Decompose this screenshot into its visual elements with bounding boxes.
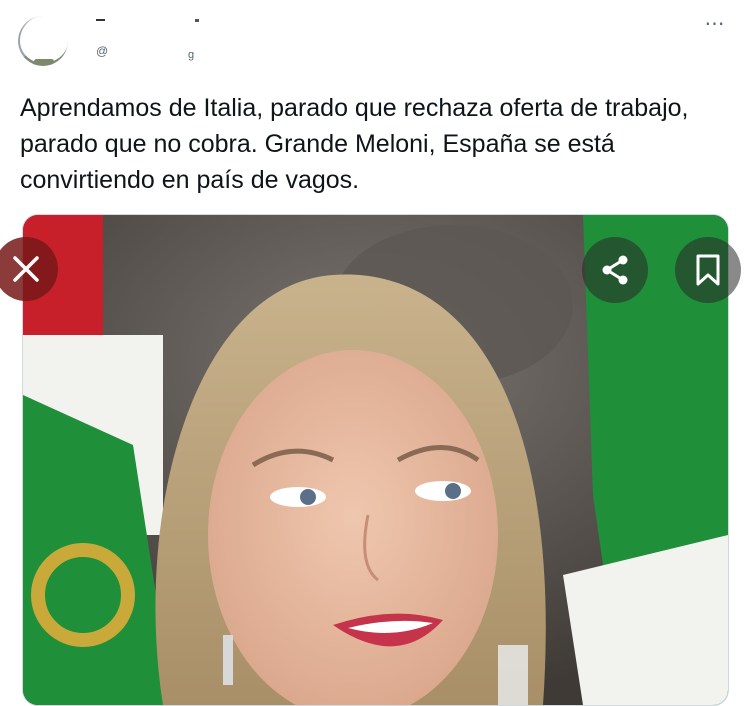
display-name-redacted xyxy=(96,19,105,21)
share-icon xyxy=(602,255,628,285)
more-options-button[interactable]: ⋯ xyxy=(702,10,728,36)
display-name-redacted-end xyxy=(195,19,199,22)
share-button[interactable] xyxy=(582,237,648,303)
tweet-text: Aprendamos de Italia, parado que rechaza… xyxy=(20,94,689,194)
handle-tail: g xyxy=(188,49,195,61)
bookmark-button[interactable] xyxy=(675,237,741,303)
avatar-detail xyxy=(34,59,54,64)
close-icon xyxy=(13,256,39,282)
avatar[interactable] xyxy=(18,16,68,66)
handle[interactable]: @ xyxy=(96,44,108,58)
bookmark-icon xyxy=(696,254,720,286)
face xyxy=(208,350,498,705)
